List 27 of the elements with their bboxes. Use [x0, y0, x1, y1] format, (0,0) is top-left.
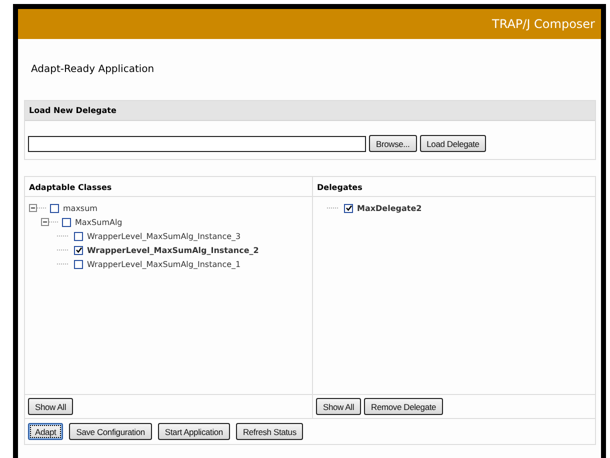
- checkbox[interactable]: [74, 246, 83, 254]
- tree-item[interactable]: WrapperLevel_MaxSumAlg_Instance_2: [87, 246, 259, 254]
- checkbox[interactable]: [62, 218, 71, 226]
- panel-title: Load New Delegate: [25, 101, 595, 121]
- browse-button[interactable]: Browse...: [369, 135, 417, 152]
- checkbox[interactable]: [74, 232, 83, 240]
- tree-item[interactable]: WrapperLevel_MaxSumAlg_Instance_3: [87, 232, 241, 240]
- show-all-button[interactable]: Show All: [316, 398, 362, 415]
- remove-delegate-button[interactable]: Remove Delegate: [364, 398, 444, 415]
- collapse-icon[interactable]: [41, 218, 59, 226]
- tree-item[interactable]: MaxDelegate2: [357, 204, 422, 212]
- tree-item[interactable]: maxsum: [63, 204, 98, 212]
- action-button[interactable]: Save Configuration: [69, 423, 152, 440]
- load-delegate-button[interactable]: Load Delegate: [420, 135, 486, 152]
- app-title: TRAP/J Composer: [492, 17, 595, 31]
- tree-item[interactable]: MaxSumAlg: [75, 218, 122, 226]
- checkbox[interactable]: [74, 260, 83, 268]
- action-button[interactable]: Start Application: [158, 423, 230, 440]
- tree-item[interactable]: WrapperLevel_MaxSumAlg_Instance_1: [87, 260, 241, 268]
- action-button[interactable]: Refresh Status: [236, 423, 304, 440]
- collapse-icon[interactable]: [29, 204, 47, 212]
- page-title: Adapt-Ready Application: [31, 64, 154, 75]
- show-all-button[interactable]: Show All: [28, 398, 74, 415]
- checkbox[interactable]: [50, 204, 59, 212]
- action-button[interactable]: Adapt: [28, 423, 64, 440]
- file-path-field[interactable]: [28, 136, 366, 152]
- checkbox[interactable]: [344, 204, 353, 212]
